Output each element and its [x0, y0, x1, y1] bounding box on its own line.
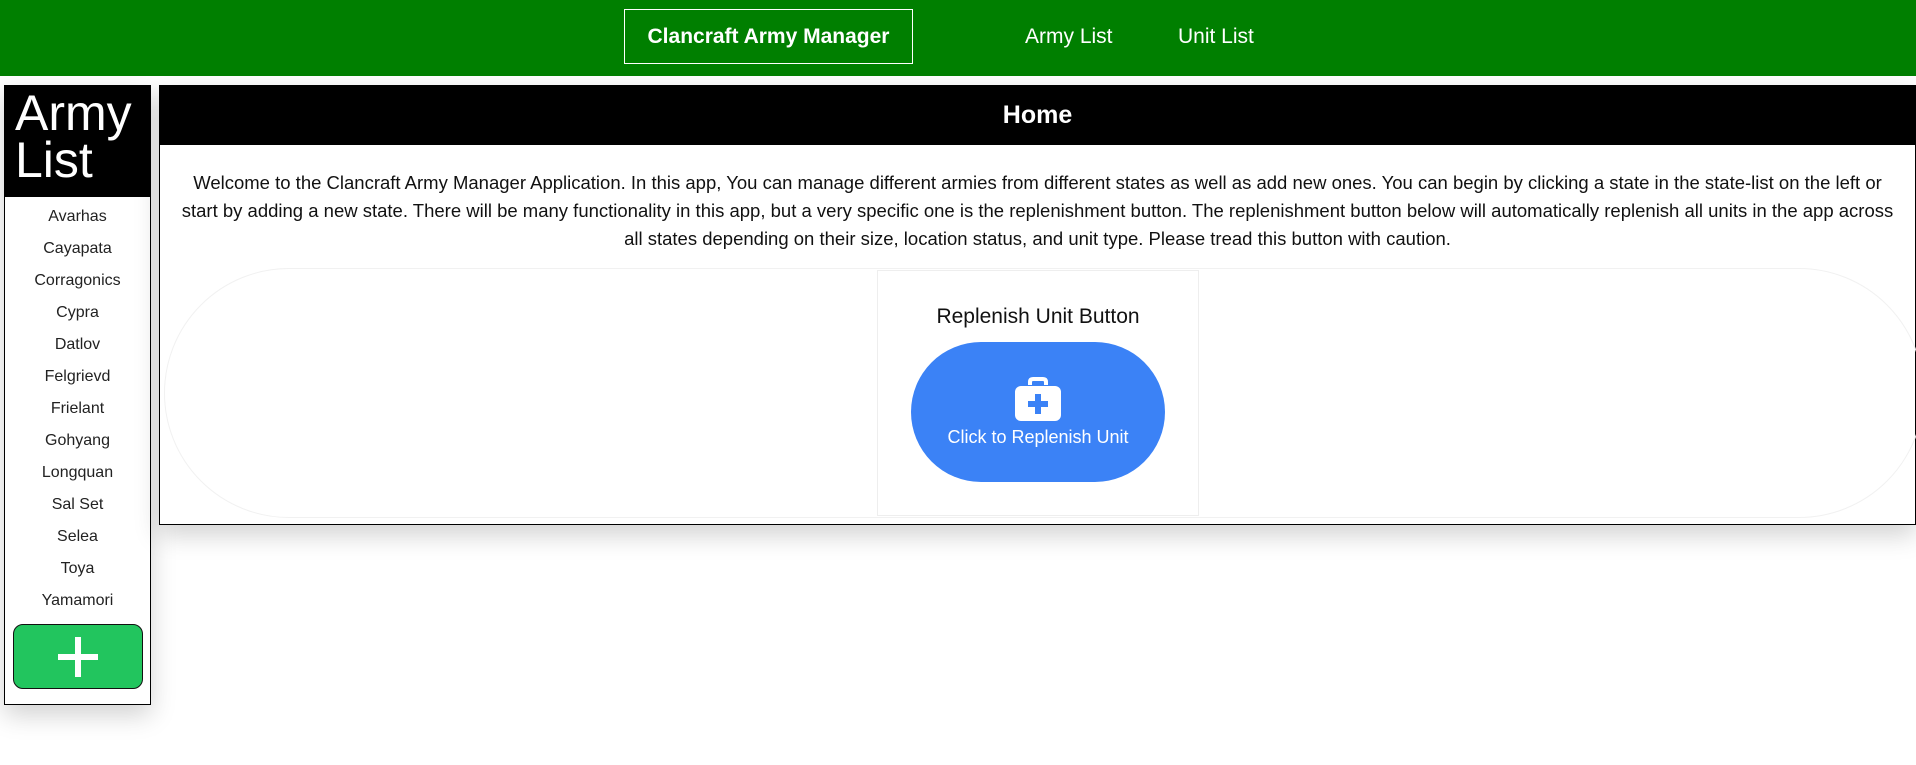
- replenish-card: Replenish Unit Button Click to Replenish…: [877, 270, 1199, 516]
- state-list: Avarhas Cayapata Corragonics Cypra Datlo…: [5, 197, 150, 617]
- sidebar-title: Army List: [5, 86, 150, 197]
- intro-text: Welcome to the Clancraft Army Manager Ap…: [181, 172, 1894, 249]
- state-item-cypra[interactable]: Cypra: [5, 297, 150, 329]
- state-item-felgrievd[interactable]: Felgrievd: [5, 361, 150, 393]
- state-item-sal-set[interactable]: Sal Set: [5, 489, 150, 521]
- plus-icon: [58, 636, 98, 677]
- add-state-button[interactable]: [13, 624, 143, 689]
- state-item-toya[interactable]: Toya: [5, 553, 150, 585]
- home-panel: Home Welcome to the Clancraft Army Manag…: [159, 85, 1916, 525]
- top-navbar: Clancraft Army Manager Army List Unit Li…: [0, 0, 1916, 76]
- state-item-avarhas[interactable]: Avarhas: [5, 201, 150, 233]
- nav-army-list[interactable]: Army List: [1025, 0, 1113, 73]
- state-item-datlov[interactable]: Datlov: [5, 329, 150, 361]
- replenish-unit-button[interactable]: Click to Replenish Unit: [911, 342, 1165, 482]
- page-title: Home: [160, 86, 1915, 145]
- nav-unit-list[interactable]: Unit List: [1178, 0, 1254, 73]
- brand-link[interactable]: Clancraft Army Manager: [624, 9, 913, 64]
- replenish-title: Replenish Unit Button: [936, 305, 1140, 328]
- state-item-cayapata[interactable]: Cayapata: [5, 233, 150, 265]
- state-item-yamamori[interactable]: Yamamori: [5, 585, 150, 617]
- state-item-longquan[interactable]: Longquan: [5, 457, 150, 489]
- army-list-sidebar: Army List Avarhas Cayapata Corragonics C…: [4, 85, 151, 705]
- medical-kit-icon: [1015, 376, 1061, 421]
- state-item-gohyang[interactable]: Gohyang: [5, 425, 150, 457]
- replenish-button-label: Click to Replenish Unit: [947, 426, 1129, 447]
- state-item-selea[interactable]: Selea: [5, 521, 150, 553]
- state-item-frielant[interactable]: Frielant: [5, 393, 150, 425]
- state-item-corragonics[interactable]: Corragonics: [5, 265, 150, 297]
